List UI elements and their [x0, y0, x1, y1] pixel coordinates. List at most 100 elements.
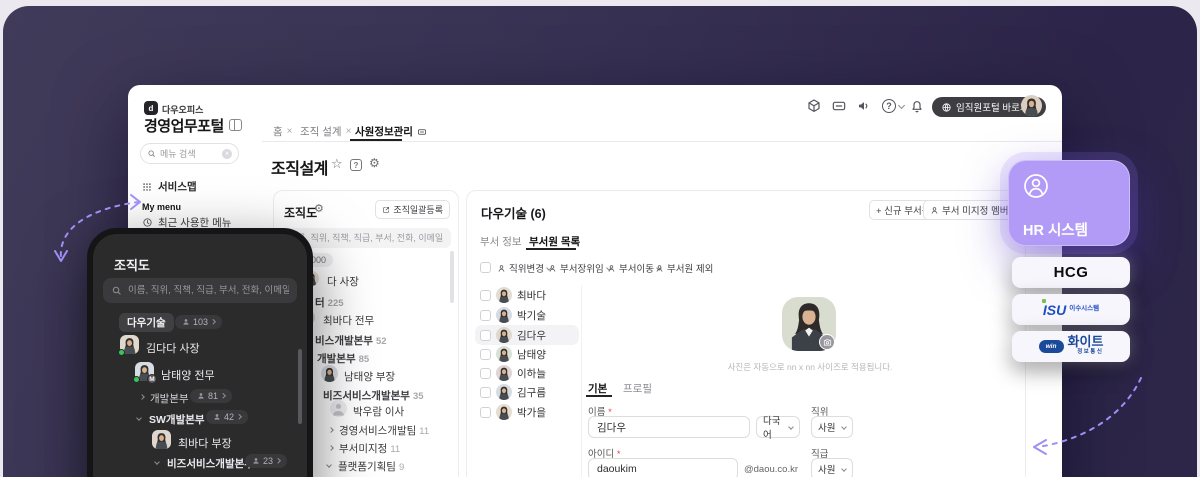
- tree-person-row[interactable]: 남태양 부장: [344, 369, 395, 384]
- photo-caption: 사진은 자동으로 nn x nn 사이즈로 적용됩니다.: [727, 362, 893, 372]
- member-row[interactable]: 남태양: [475, 344, 579, 364]
- hcg-logo-card[interactable]: HCG: [1012, 257, 1130, 288]
- apps-cube-icon[interactable]: [806, 98, 822, 114]
- detail-tab-profile[interactable]: 프로필: [623, 381, 652, 396]
- favorite-star-icon[interactable]: ☆: [331, 156, 343, 172]
- mobile-search-input[interactable]: [128, 285, 289, 296]
- tab-home[interactable]: 홈 ×: [273, 124, 293, 139]
- page-settings-gear-icon[interactable]: ⚙: [369, 156, 380, 170]
- sidebar-item-service-map[interactable]: 서비스맵: [142, 179, 197, 194]
- row-checkbox[interactable]: [480, 329, 491, 341]
- white-logo: 화이트 정보통신: [1068, 335, 1104, 358]
- avatar: [496, 365, 512, 381]
- tree-person-row[interactable]: 김다다 사장: [146, 340, 200, 356]
- card-icon[interactable]: [831, 98, 847, 114]
- menu-search-input[interactable]: [160, 148, 218, 159]
- row-checkbox[interactable]: [480, 406, 491, 418]
- position-select[interactable]: 사원: [811, 416, 853, 438]
- language-select[interactable]: 다국어: [756, 416, 800, 441]
- tree-dept-row[interactable]: 비스개발본부 52: [315, 333, 387, 348]
- tree-dept-row[interactable]: 비즈서비스개발본부: [167, 456, 254, 471]
- tree-person-row[interactable]: 박우람 이사: [353, 404, 404, 419]
- member-name: 남태양: [517, 348, 546, 361]
- row-checkbox[interactable]: [480, 367, 491, 379]
- row-checkbox[interactable]: [480, 386, 491, 398]
- tree-dept-row[interactable]: 개발본부: [150, 391, 189, 406]
- chevron-down-icon[interactable]: [326, 462, 332, 468]
- tree-dept-row[interactable]: 개발본부 85: [317, 351, 369, 366]
- member-count-badge[interactable]: 81: [190, 389, 232, 403]
- member-row-selected[interactable]: 김다우: [475, 325, 579, 345]
- chevron-right-icon[interactable]: [328, 427, 334, 433]
- daou-logo-icon: d: [144, 101, 158, 115]
- tree-team-row[interactable]: 플랫폼기획팀 9: [338, 459, 404, 474]
- tree-person-row[interactable]: 최바다 전무: [323, 313, 374, 328]
- tab-member-list[interactable]: 부서원 목록: [529, 234, 580, 249]
- member-row[interactable]: 최바다: [475, 285, 579, 305]
- member-count-badge[interactable]: 103: [175, 315, 222, 329]
- org-search-input[interactable]: [289, 233, 444, 243]
- row-checkbox[interactable]: [480, 289, 491, 301]
- bulk-register-button[interactable]: 조직일괄등록: [375, 200, 450, 219]
- chevron-down-icon[interactable]: [136, 415, 142, 421]
- grade-select[interactable]: 사원: [811, 458, 853, 477]
- hr-system-card[interactable]: HR 시스템: [1008, 160, 1130, 246]
- org-settings-gear-icon[interactable]: ⚙: [314, 202, 324, 215]
- white-logo-card[interactable]: win 화이트 정보통신: [1012, 331, 1130, 362]
- detail-tab-basic[interactable]: 기본: [588, 381, 607, 396]
- help-icon[interactable]: ?: [882, 99, 896, 113]
- chevron-right-icon[interactable]: [139, 394, 145, 400]
- member-row[interactable]: 김구름: [475, 382, 579, 402]
- tab-dept-info[interactable]: 부서 정보: [480, 234, 522, 249]
- page-title: 조직설계: [271, 161, 328, 178]
- camera-icon[interactable]: [819, 334, 835, 350]
- mobile-search-box[interactable]: [103, 278, 297, 303]
- toolbar-remove-member[interactable]: 부서원 제외: [655, 261, 713, 275]
- chevron-down-icon[interactable]: [154, 459, 160, 465]
- toolbar-change-position[interactable]: 직위변경: [497, 261, 552, 275]
- member-count-badge[interactable]: 42: [206, 410, 248, 424]
- chevron-right-icon[interactable]: [328, 445, 334, 451]
- menu-search-box[interactable]: ×: [140, 143, 239, 164]
- tree-person-row[interactable]: 남태양 전무: [161, 367, 215, 383]
- announcement-speaker-icon[interactable]: [856, 98, 872, 114]
- tree-person-row[interactable]: 최바다 부장: [178, 435, 232, 451]
- tab-org-design[interactable]: 조직 설계 ×: [300, 124, 351, 139]
- close-icon[interactable]: ×: [346, 126, 352, 137]
- tree-person-row[interactable]: 다 사장: [327, 274, 359, 289]
- tree-team-row[interactable]: 경영서비스개발팀 11: [339, 423, 429, 438]
- tree-dept-row[interactable]: 터 225: [315, 295, 344, 310]
- isu-logo-card[interactable]: ISU 이수시스템: [1012, 294, 1130, 325]
- scrollbar[interactable]: [298, 349, 302, 424]
- user-avatar[interactable]: [1021, 95, 1042, 116]
- select-all-checkbox[interactable]: [480, 262, 491, 273]
- root-org-chip[interactable]: 다우기술: [119, 313, 174, 332]
- service-map-label: 서비스맵: [158, 181, 197, 193]
- person-icon: [197, 392, 205, 400]
- online-status-dot: [133, 376, 140, 383]
- member-row[interactable]: 박기술: [475, 305, 579, 325]
- bell-icon[interactable]: [909, 98, 925, 114]
- page-help-icon[interactable]: ?: [350, 159, 362, 171]
- scrollbar[interactable]: [450, 251, 454, 303]
- active-tab-underline: [526, 248, 576, 250]
- tree-dept-row[interactable]: SW개발본부: [149, 412, 205, 427]
- clear-search-icon[interactable]: ×: [222, 148, 232, 159]
- toolbar-delegate-head[interactable]: 부서장위임: [548, 261, 612, 275]
- id-input[interactable]: [588, 458, 738, 477]
- name-input[interactable]: [588, 416, 750, 438]
- member-row[interactable]: 박가을: [475, 402, 579, 422]
- person-icon: [655, 264, 664, 273]
- person-icon: [548, 264, 557, 273]
- sidebar-collapse-icon[interactable]: [229, 119, 242, 131]
- row-checkbox[interactable]: [480, 348, 491, 360]
- close-icon[interactable]: ×: [287, 126, 293, 137]
- member-row[interactable]: 이하늘: [475, 363, 579, 383]
- avatar: [321, 365, 338, 382]
- row-checkbox[interactable]: [480, 309, 491, 321]
- tree-team-row[interactable]: 부서미지정 11: [339, 441, 400, 456]
- tab-employee-info[interactable]: 사원정보관리: [355, 124, 427, 139]
- toolbar-move-dept[interactable]: 부서이동: [607, 261, 662, 275]
- member-count-badge[interactable]: 23: [245, 454, 287, 468]
- globe-icon: [941, 102, 952, 113]
